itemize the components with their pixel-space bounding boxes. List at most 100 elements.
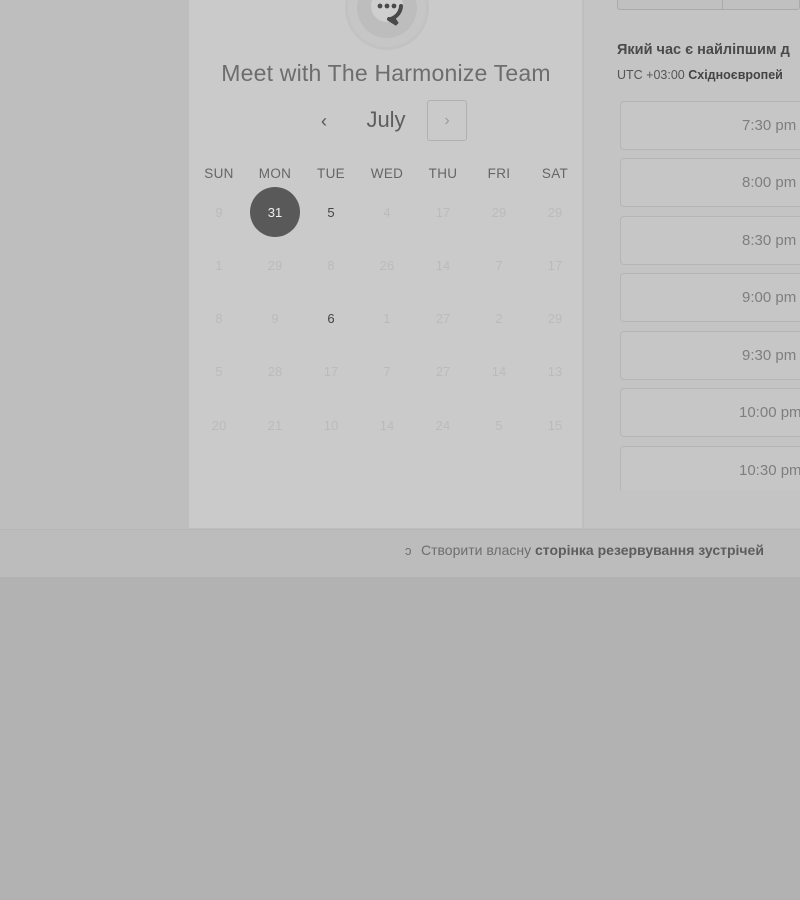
time-slot-button[interactable]: 7:30 pm bbox=[620, 101, 800, 150]
day-cell: 8 bbox=[193, 292, 245, 344]
day-cell: 4 bbox=[361, 186, 413, 238]
day-cell: 29 bbox=[529, 186, 581, 238]
day-cell: 1 bbox=[193, 239, 245, 291]
day-cell: 20 bbox=[193, 399, 245, 451]
day-number: 28 bbox=[267, 363, 283, 379]
sprocket-icon: ↄ bbox=[405, 543, 412, 558]
day-cell: 29 bbox=[529, 292, 581, 344]
day-number: 29 bbox=[547, 204, 563, 220]
day-cell: 27 bbox=[417, 292, 469, 344]
time-question: Який час є найліпшим д bbox=[617, 42, 790, 58]
day-cell: 10 bbox=[305, 399, 357, 451]
day-cell[interactable]: 6 bbox=[305, 292, 357, 344]
day-number: 5 bbox=[215, 363, 223, 379]
weekday-2: TUE bbox=[317, 166, 345, 181]
time-slot-button[interactable]: 8:30 pm bbox=[620, 216, 800, 265]
day-cell: 9 bbox=[249, 292, 301, 344]
timezone-label[interactable]: UTC +03:00 Східноєвропей bbox=[617, 68, 783, 82]
weekday-6: SAT bbox=[541, 166, 569, 181]
day-cell: 1 bbox=[361, 292, 413, 344]
toggle-divider bbox=[722, 0, 723, 10]
month-navigation: ‹ July › bbox=[189, 100, 583, 142]
day-cell: 2 bbox=[473, 292, 525, 344]
day-number: 9 bbox=[271, 310, 279, 326]
day-number: 29 bbox=[491, 204, 507, 220]
day-cell: 28 bbox=[249, 345, 301, 397]
weekday-1: MON bbox=[258, 166, 292, 181]
day-cell: 29 bbox=[473, 186, 525, 238]
day-number: 15 bbox=[547, 417, 563, 433]
day-number: 8 bbox=[215, 310, 223, 326]
day-number: 31 bbox=[267, 204, 283, 220]
day-number: 6 bbox=[327, 310, 335, 326]
day-cell: 21 bbox=[249, 399, 301, 451]
day-cell: 14 bbox=[417, 239, 469, 291]
time-slot-button[interactable]: 10:30 pm bbox=[620, 446, 800, 490]
day-number: 27 bbox=[435, 363, 451, 379]
timezone-offset: UTC +03:00 bbox=[617, 68, 689, 82]
time-slot-button[interactable]: 10:00 pm bbox=[620, 388, 800, 437]
next-month-button[interactable]: › bbox=[427, 100, 467, 141]
day-cell: 13 bbox=[529, 345, 581, 397]
day-number: 14 bbox=[379, 417, 395, 433]
day-number: 13 bbox=[547, 363, 563, 379]
month-label: July bbox=[366, 107, 406, 132]
day-number: 5 bbox=[495, 417, 503, 433]
day-cell: 7 bbox=[473, 239, 525, 291]
day-number: 8 bbox=[327, 257, 335, 273]
day-number: 17 bbox=[435, 204, 451, 220]
day-number: 29 bbox=[547, 310, 563, 326]
day-cell: 17 bbox=[305, 345, 357, 397]
day-cell: 29 bbox=[249, 239, 301, 291]
day-number: 5 bbox=[327, 204, 335, 220]
day-cell: 27 bbox=[417, 345, 469, 397]
day-number: 10 bbox=[323, 417, 339, 433]
day-cell: 8 bbox=[305, 239, 357, 291]
day-cell[interactable]: 5 bbox=[305, 186, 357, 238]
day-cell: 14 bbox=[473, 345, 525, 397]
booking-page: Meet with The Harmonize Team ‹ July › SU… bbox=[0, 0, 800, 900]
weekday-0: SUN bbox=[204, 166, 234, 181]
time-slot-button[interactable]: 9:00 pm bbox=[620, 273, 800, 322]
prev-month-button[interactable]: ‹ bbox=[311, 109, 337, 133]
chat-bubble-icon bbox=[357, 0, 417, 38]
day-cell: 14 bbox=[361, 399, 413, 451]
day-number: 17 bbox=[323, 363, 339, 379]
page-title: Meet with The Harmonize Team bbox=[221, 60, 551, 86]
weekday-5: FRI bbox=[487, 166, 511, 181]
weekday-3: WED bbox=[370, 166, 404, 181]
day-cell: 5 bbox=[193, 345, 245, 397]
day-number: 9 bbox=[215, 204, 223, 220]
day-number: 24 bbox=[435, 417, 451, 433]
day-number: 4 bbox=[383, 204, 391, 220]
day-number: 7 bbox=[383, 363, 391, 379]
time-slot-list[interactable]: 7:30 pm 8:00 pm 8:30 pm 9:00 pm 9:30 pm 10:00… bbox=[584, 95, 800, 490]
timezone-name: Східноєвропей bbox=[688, 68, 783, 82]
footer-link[interactable]: сторінка резервування зустрічей bbox=[535, 542, 764, 558]
day-cell: 7 bbox=[361, 345, 413, 397]
day-cell: 5 bbox=[473, 399, 525, 451]
day-cell: 15 bbox=[529, 399, 581, 451]
day-selected[interactable]: 31 bbox=[249, 186, 301, 238]
footer-cta[interactable]: ↄ Створити власну сторінка резервування з… bbox=[405, 542, 764, 558]
view-toggle[interactable] bbox=[617, 0, 800, 10]
day-cell: 17 bbox=[417, 186, 469, 238]
day-number: 26 bbox=[379, 257, 395, 273]
day-number: 17 bbox=[547, 257, 563, 273]
day-number: 29 bbox=[267, 257, 283, 273]
weekday-4: THU bbox=[428, 166, 458, 181]
day-number: 14 bbox=[491, 363, 507, 379]
day-number: 1 bbox=[215, 257, 223, 273]
footer-prefix: Створити власну bbox=[421, 542, 536, 558]
day-number: 2 bbox=[495, 310, 503, 326]
day-number: 1 bbox=[383, 310, 391, 326]
day-number: 20 bbox=[211, 417, 227, 433]
day-number: 21 bbox=[267, 417, 283, 433]
time-slot-button[interactable]: 8:00 pm bbox=[620, 158, 800, 207]
day-number: 14 bbox=[435, 257, 451, 273]
time-slot-button[interactable]: 9:30 pm bbox=[620, 331, 800, 380]
weekday-header: SUN MON TUE WED THU FRI SAT bbox=[189, 166, 583, 186]
day-number: 7 bbox=[495, 257, 503, 273]
day-number: 27 bbox=[435, 310, 451, 326]
day-cell: 26 bbox=[361, 239, 413, 291]
